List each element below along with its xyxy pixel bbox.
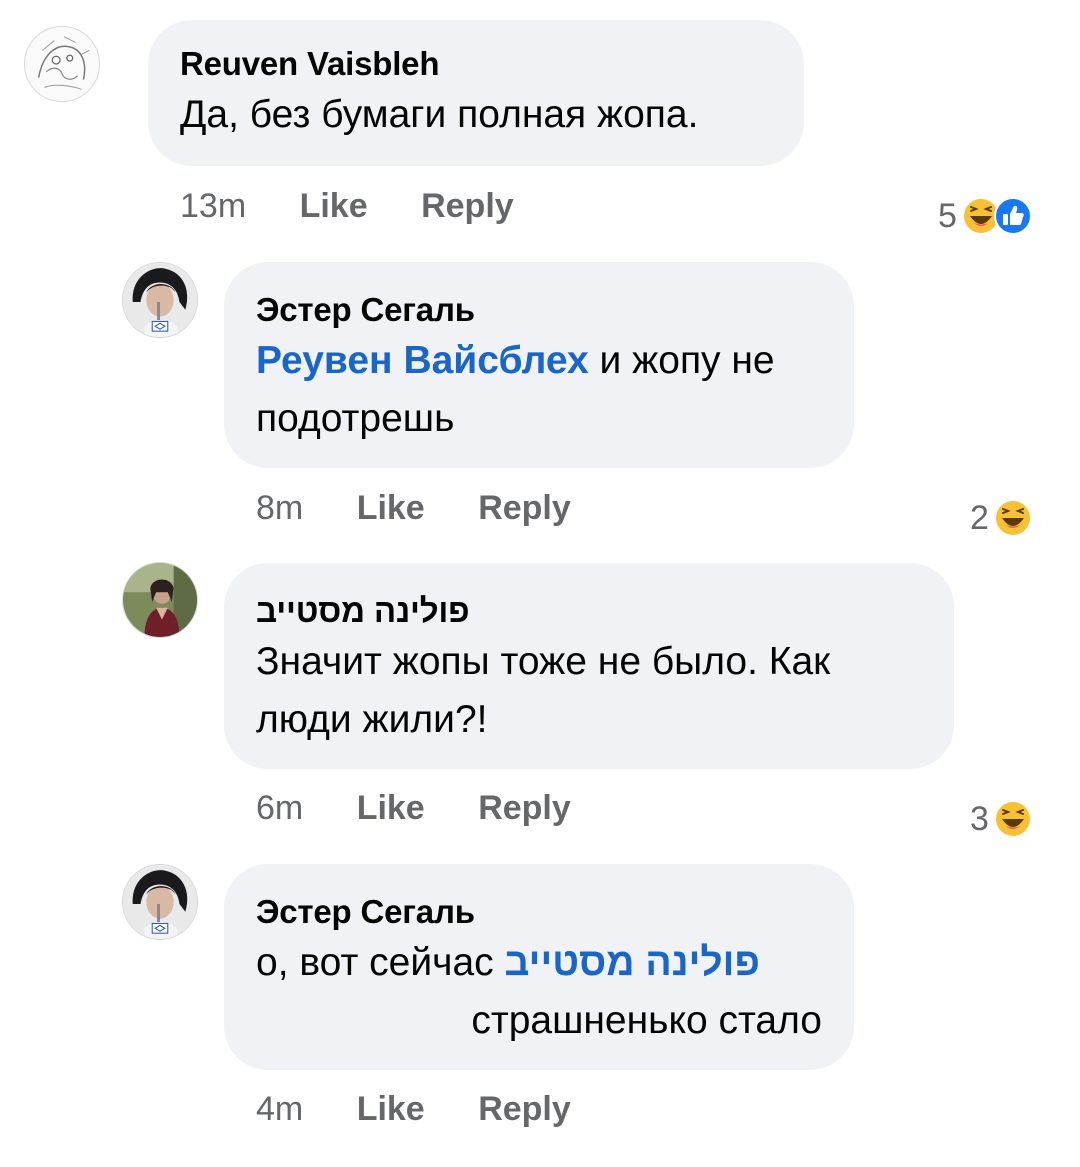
reply-button[interactable]: Reply bbox=[478, 788, 571, 828]
comment-bubble: פולינה מסטייב Значит жопы тоже не было. … bbox=[224, 563, 954, 769]
avatar[interactable] bbox=[122, 262, 198, 338]
reaction-count: 2 bbox=[970, 498, 989, 537]
comment-time[interactable]: 6m bbox=[256, 788, 303, 828]
like-button[interactable]: Like bbox=[357, 488, 425, 528]
comment-actions: 8m Like Reply bbox=[256, 488, 571, 528]
comment-author[interactable]: Reuven Vaisbleh bbox=[180, 44, 772, 84]
haha-icon bbox=[993, 800, 1032, 838]
reaction-summary[interactable]: 5 bbox=[938, 193, 1033, 239]
avatar-woman-photo bbox=[123, 865, 197, 939]
avatar-woman-outdoor-photo bbox=[123, 563, 197, 637]
comment-author[interactable]: Эстер Сегаль bbox=[256, 290, 822, 330]
comment-text: Значит жопы тоже не было. Как люди жили?… bbox=[256, 640, 831, 741]
mention-link[interactable]: Реувен Вайсблех bbox=[256, 339, 589, 382]
comment-bubble: Reuven Vaisbleh Да, без бумаги полная жо… bbox=[148, 20, 804, 166]
reaction-count: 3 bbox=[970, 799, 989, 838]
comment-text: о, вот сейчас פולינה מסטייב страшненько … bbox=[256, 934, 822, 1050]
comment-text: Реувен Вайсблех и жопу не подотрешь bbox=[256, 332, 822, 448]
avatar-woman-photo bbox=[123, 263, 197, 337]
comment-text: Да, без бумаги полная жопа. bbox=[180, 93, 699, 136]
comment-bubble: Эстер Сегаль о, вот сейчас פולינה מסטייב… bbox=[224, 864, 854, 1070]
avatar[interactable] bbox=[24, 26, 100, 102]
comment-time[interactable]: 4m bbox=[256, 1089, 303, 1129]
reaction-summary[interactable]: 3 bbox=[970, 796, 1033, 842]
comment-author[interactable]: Эстер Сегаль bbox=[256, 892, 822, 932]
comment-bubble: Эстер Сегаль Реувен Вайсблех и жопу не п… bbox=[224, 262, 854, 468]
reaction-count: 5 bbox=[938, 196, 957, 235]
comment-time[interactable]: 8m bbox=[256, 488, 303, 528]
like-button[interactable]: Like bbox=[300, 186, 368, 226]
comment-time[interactable]: 13m bbox=[180, 186, 246, 226]
comment-actions: 13m Like Reply bbox=[180, 186, 514, 226]
comment-actions: 6m Like Reply bbox=[256, 788, 571, 828]
comment-text-tail: страшненько стало bbox=[471, 999, 822, 1042]
reaction-summary[interactable]: 2 bbox=[970, 495, 1033, 541]
comment-text-line: о, вот сейчас פולינה מסטייב bbox=[256, 934, 822, 992]
reply-button[interactable]: Reply bbox=[478, 488, 571, 528]
mention-link[interactable]: פולינה מסטייב bbox=[505, 941, 760, 984]
comment-author[interactable]: פולינה מסטייב bbox=[256, 591, 922, 631]
avatar[interactable] bbox=[122, 562, 198, 638]
like-button[interactable]: Like bbox=[357, 788, 425, 828]
like-button[interactable]: Like bbox=[357, 1089, 425, 1129]
comment-text-head: о, вот сейчас bbox=[256, 941, 505, 984]
comment-actions: 4m Like Reply bbox=[256, 1089, 571, 1129]
avatar-sketch-image bbox=[25, 27, 99, 101]
comment-text-line: страшненько стало bbox=[256, 992, 822, 1050]
haha-icon bbox=[993, 499, 1032, 537]
reply-button[interactable]: Reply bbox=[421, 186, 514, 226]
reply-button[interactable]: Reply bbox=[478, 1089, 571, 1129]
like-icon bbox=[993, 197, 1032, 235]
avatar[interactable] bbox=[122, 864, 198, 940]
